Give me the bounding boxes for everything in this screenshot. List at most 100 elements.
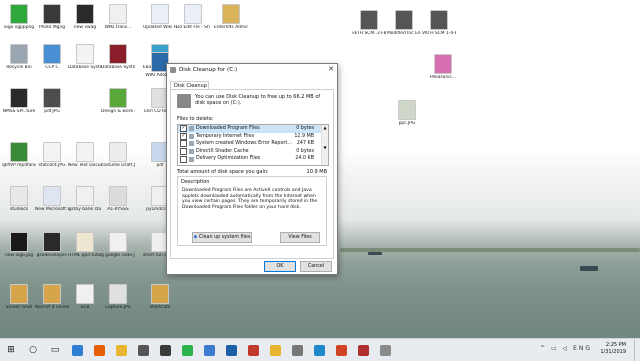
- item-label: Temporary Internet Files: [196, 133, 255, 139]
- item-checkbox[interactable]: [180, 148, 187, 156]
- desktop-icon[interactable]: ppc.JPG: [390, 100, 424, 126]
- item-checkbox[interactable]: [180, 140, 187, 148]
- desktop-icon[interactable]: new logo.jpg: [2, 232, 36, 258]
- desktop-icon[interactable]: Photo Mgng: [35, 4, 69, 30]
- desktop-icon-label: g google code.JPG: [101, 253, 135, 258]
- desktop-icon[interactable]: HTML ppd tutorial: [68, 232, 102, 258]
- file-icon: [43, 4, 61, 24]
- camtasia-icon: [181, 344, 193, 356]
- taskbar-app-publisher[interactable]: [242, 339, 264, 361]
- item-checkbox[interactable]: [180, 155, 187, 163]
- system-tray[interactable]: ^ ▭ ◁ ENG: [540, 345, 592, 352]
- file-icon: [76, 232, 94, 252]
- file-icon: [109, 4, 127, 24]
- taskbar-app-tool[interactable]: [308, 339, 330, 361]
- dialog-titlebar[interactable]: Disk Cleanup for (C:) ✕: [167, 64, 337, 76]
- cancel-button[interactable]: Cancel: [300, 261, 332, 272]
- item-checkbox[interactable]: ✓: [180, 125, 187, 133]
- desktop-icon[interactable]: Enterkfts Admin ...: [214, 4, 248, 30]
- desktop-icon[interactable]: gsodeveloper.: [35, 232, 69, 258]
- list-item[interactable]: Delivery Optimization Files 24.0 KB: [178, 155, 328, 163]
- taskbar-app-explorer[interactable]: [110, 339, 132, 361]
- taskbar-app-firefox[interactable]: [88, 339, 110, 361]
- desktop-icon-label: Do Edit Fle - Shortcut: [176, 25, 210, 30]
- close-icon[interactable]: ✕: [328, 65, 334, 73]
- desktop-icon[interactable]: A1-XYSSS: [101, 186, 135, 212]
- desktop-icon[interactable]: studiocs: [2, 186, 36, 212]
- desktop-icon-label: A1-XYSSS: [107, 207, 129, 212]
- desktop-icon-label: Screen Shot: [5, 305, 33, 310]
- taskbar-app-chrome[interactable]: [264, 339, 286, 361]
- desktop-icon-label: logo vgpppng: [3, 25, 35, 30]
- paint-icon: [357, 344, 369, 356]
- desktop-icon[interactable]: New Text Document: [68, 142, 102, 168]
- show-desktop-button[interactable]: [634, 339, 640, 361]
- desktop-icon-label: vkTH SCM..3 FB (1-1...: [352, 31, 386, 36]
- desktop-icon[interactable]: qkflVP mpdfanid...: [2, 142, 36, 168]
- disk-cleanup-dialog: Disk Cleanup for (C:) ✕ Disk Cleanup You…: [166, 63, 338, 275]
- desktop-icon-label: gsodeveloper.: [36, 253, 68, 258]
- desktop-icon[interactable]: logo vgpppng: [2, 4, 36, 30]
- desktop-icon[interactable]: Database System Ins: [101, 44, 135, 70]
- file-icon: [109, 284, 127, 304]
- desktop-icon[interactable]: NMSS SPI..ture: [2, 88, 36, 114]
- list-item[interactable]: ✓ Temporary Internet Files 12.9 MB: [178, 132, 328, 141]
- desktop-icon[interactable]: statcont.JPG: [35, 142, 69, 168]
- taskbar-app-photos[interactable]: [220, 339, 242, 361]
- taskbar-app-edge[interactable]: [66, 339, 88, 361]
- desktop-icon[interactable]: New Microsoft W...: [35, 186, 69, 212]
- desktop-icon[interactable]: new vwag: [68, 4, 102, 30]
- start-button[interactable]: ⊞: [0, 339, 22, 361]
- search-icon[interactable]: ○: [22, 339, 44, 361]
- file-icon: [109, 88, 127, 108]
- file-type-icon: [189, 133, 194, 139]
- task-view-icon[interactable]: ▭: [44, 339, 66, 361]
- file-icon: [398, 100, 416, 120]
- list-item[interactable]: System created Windows Error Report... 24…: [178, 140, 328, 148]
- desktop-icon[interactable]: costume Draft.JPG: [101, 142, 135, 168]
- desktop-icon[interactable]: shortcuts: [143, 284, 177, 310]
- item-size: 247 KB: [296, 141, 314, 147]
- desktop-icon[interactable]: vkTH SCM..3 FB (1-1...: [352, 10, 386, 36]
- desktop-icon[interactable]: Database System.Srcs: [68, 44, 102, 70]
- taskbar-app-settings[interactable]: [286, 339, 308, 361]
- desktop-icon[interactable]: Modified Inc English gm...: [387, 10, 421, 36]
- desktop-icon[interactable]: ECB: [68, 284, 102, 310]
- view-files-button[interactable]: View Files: [280, 232, 320, 243]
- taskbar-app-powerpoint[interactable]: [330, 339, 352, 361]
- taskbar-app-store[interactable]: [154, 339, 176, 361]
- desktop-icon[interactable]: Recycle Bin: [2, 44, 36, 70]
- taskbar-app-recorder[interactable]: [198, 339, 220, 361]
- file-icon: [151, 284, 169, 304]
- info-row: You can use Disk Cleanup to free up to 6…: [177, 94, 327, 108]
- taskbar-app-paint[interactable]: [352, 339, 374, 361]
- desktop-icon[interactable]: Do Edit Fle - Shortcut: [176, 4, 210, 30]
- file-icon: [43, 142, 61, 162]
- desktop-icon[interactable]: Ned Of it Screen Shot: [35, 284, 69, 310]
- desktop-icon[interactable]: VKTH SCM 1-4-8 (B1...: [422, 10, 456, 36]
- desktop-icon-label: studiocs: [9, 207, 29, 212]
- list-item[interactable]: DirectX Shader Cache 0 bytes: [178, 148, 328, 156]
- desktop-icon[interactable]: Screen Shot: [2, 284, 36, 310]
- ok-button[interactable]: OK: [264, 261, 296, 272]
- clock[interactable]: 2:25 PM 1/31/2019: [600, 342, 626, 356]
- list-item[interactable]: ✓ Downloaded Program Files 0 bytes: [178, 125, 328, 133]
- desktop-icon[interactable]: Capture.JPG: [101, 284, 135, 310]
- item-checkbox[interactable]: ✓: [180, 132, 187, 140]
- desktop-icon[interactable]: pdf.JPG: [35, 88, 69, 114]
- desktop-icon[interactable]: gstoy bank stu: [68, 186, 102, 212]
- list-scrollbar[interactable]: ▲ ▼: [321, 125, 328, 165]
- desktop-icon[interactable]: WIKI.trans...: [101, 4, 135, 30]
- file-icon: [222, 4, 240, 24]
- desktop-icon[interactable]: CCP C: [35, 44, 69, 70]
- taskbar-app-diskcleanup[interactable]: [374, 339, 396, 361]
- desktop-icon[interactable]: g google code.JPG: [101, 232, 135, 258]
- taskbar-app-calculator[interactable]: [132, 339, 154, 361]
- taskbar-app-camtasia[interactable]: [176, 339, 198, 361]
- desktop-icon[interactable]: Pekasonic...: [426, 54, 460, 80]
- desktop-icon[interactable]: Design & work ec...: [101, 88, 135, 114]
- clean-up-system-files-button[interactable]: ◆ Clean up system files: [192, 232, 252, 243]
- taskbar: ⊞ ○ ▭ ^ ▭ ◁ ENG 2:25 PM 1/31/2019: [0, 338, 640, 361]
- desktop-icon-label: Photo Mgng: [38, 25, 66, 30]
- desktop-icon[interactable]: Updated Wiki File Name: [143, 4, 177, 30]
